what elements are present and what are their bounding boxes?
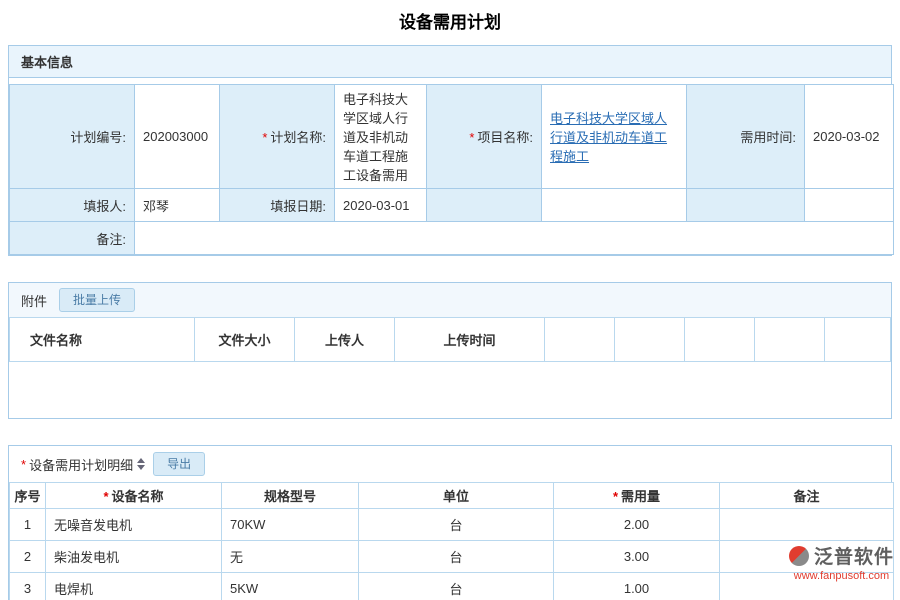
col-empty: [825, 318, 891, 362]
col-file-name: 文件名称: [10, 318, 195, 362]
cell-model: 5KW: [222, 573, 359, 600]
col-upload-time: 上传时间: [395, 318, 545, 362]
col-equipment-name: *设备名称: [46, 483, 222, 509]
cell-seq: 1: [10, 509, 46, 541]
cell-qty: 3.00: [554, 541, 720, 573]
cell-name: 柴油发电机: [46, 541, 222, 573]
cell-remark: [720, 541, 894, 573]
attachments-empty-body: [9, 362, 891, 418]
required-asterisk: *: [21, 457, 26, 472]
cell-qty: 2.00: [554, 509, 720, 541]
cell-unit: 台: [359, 509, 554, 541]
basic-info-table: 计划编号: 202003000 *计划名称: 电子科技大学区域人行道及非机动车道…: [9, 84, 894, 255]
attachments-title: 附件: [21, 291, 47, 310]
col-empty: [685, 318, 755, 362]
details-header-row: 序号 *设备名称 规格型号 单位 *需用量 备注: [10, 483, 894, 509]
sort-up-arrow: [137, 458, 145, 463]
table-row: 2 柴油发电机 无 台 3.00: [10, 541, 894, 573]
details-table: 序号 *设备名称 规格型号 单位 *需用量 备注 1 无噪音发电机 70KW 台…: [9, 482, 894, 600]
col-uploader: 上传人: [295, 318, 395, 362]
col-empty: [545, 318, 615, 362]
required-asterisk: *: [103, 489, 108, 504]
basic-info-section-header: 基本信息: [9, 46, 891, 78]
col-model: 规格型号: [222, 483, 359, 509]
attachments-bar: 附件 批量上传: [9, 283, 891, 317]
plan-no-label: 计划编号:: [10, 85, 135, 189]
col-empty: [615, 318, 685, 362]
attachments-header-row: 文件名称 文件大小 上传人 上传时间: [10, 318, 891, 362]
reporter-label: 填报人:: [10, 189, 135, 222]
cell-remark: [720, 573, 894, 600]
attachments-table: 文件名称 文件大小 上传人 上传时间: [9, 317, 891, 362]
sort-icon[interactable]: [137, 458, 145, 470]
project-name-cell: 电子科技大学区域人行道及非机动车道工程施工: [542, 85, 687, 189]
table-row: 1 无噪音发电机 70KW 台 2.00: [10, 509, 894, 541]
cell-unit: 台: [359, 573, 554, 600]
required-asterisk: *: [262, 130, 267, 145]
export-button[interactable]: 导出: [153, 452, 205, 476]
attachments-section: 附件 批量上传 文件名称 文件大小 上传人 上传时间: [8, 282, 892, 419]
need-time-value: 2020-03-02: [805, 85, 894, 189]
basic-info-row-3: 备注:: [10, 222, 894, 255]
sort-down-arrow: [137, 465, 145, 470]
project-name-link[interactable]: 电子科技大学区域人行道及非机动车道工程施工: [550, 111, 667, 164]
page: 设备需用计划 基本信息 计划编号: 202003000 *计划名称: 电子科技大…: [0, 0, 900, 600]
report-date-value: 2020-03-01: [335, 189, 427, 222]
reporter-value: 邓琴: [135, 189, 220, 222]
cell-remark: [720, 509, 894, 541]
cell-unit: 台: [359, 541, 554, 573]
cell-seq: 3: [10, 573, 46, 600]
remark-label: 备注:: [10, 222, 135, 255]
col-file-size: 文件大小: [195, 318, 295, 362]
col-unit: 单位: [359, 483, 554, 509]
batch-upload-button[interactable]: 批量上传: [59, 288, 135, 312]
need-time-label: 需用时间:: [687, 85, 805, 189]
cell-model: 70KW: [222, 509, 359, 541]
col-remark: 备注: [720, 483, 894, 509]
plan-name-value: 电子科技大学区域人行道及非机动车道工程施工设备需用: [335, 85, 427, 189]
details-section: * 设备需用计划明细 导出 序号 *设备名称 规格型号 单位 *需用量: [8, 445, 892, 600]
basic-info-title: 基本信息: [21, 55, 73, 70]
plan-no-value: 202003000: [135, 85, 220, 189]
project-name-label: *项目名称:: [427, 85, 542, 189]
empty-label-cell: [687, 189, 805, 222]
col-empty: [755, 318, 825, 362]
empty-value-cell: [542, 189, 687, 222]
table-row: 3 电焊机 5KW 台 1.00: [10, 573, 894, 600]
cell-qty: 1.00: [554, 573, 720, 600]
details-bar: * 设备需用计划明细 导出: [9, 446, 891, 482]
cell-model: 无: [222, 541, 359, 573]
required-asterisk: *: [613, 489, 618, 504]
report-date-label: 填报日期:: [220, 189, 335, 222]
col-seq: 序号: [10, 483, 46, 509]
cell-name: 电焊机: [46, 573, 222, 600]
basic-info-row-1: 计划编号: 202003000 *计划名称: 电子科技大学区域人行道及非机动车道…: [10, 85, 894, 189]
details-title: 设备需用计划明细: [29, 455, 133, 474]
page-title: 设备需用计划: [0, 8, 900, 33]
basic-info-section: 基本信息 计划编号: 202003000 *计划名称: 电子科技大学区域人行道及…: [8, 45, 892, 256]
required-asterisk: *: [469, 130, 474, 145]
empty-value-cell: [805, 189, 894, 222]
basic-info-row-2: 填报人: 邓琴 填报日期: 2020-03-01: [10, 189, 894, 222]
cell-name: 无噪音发电机: [46, 509, 222, 541]
remark-value: [135, 222, 894, 255]
cell-seq: 2: [10, 541, 46, 573]
empty-label-cell: [427, 189, 542, 222]
plan-name-label: *计划名称:: [220, 85, 335, 189]
col-qty: *需用量: [554, 483, 720, 509]
